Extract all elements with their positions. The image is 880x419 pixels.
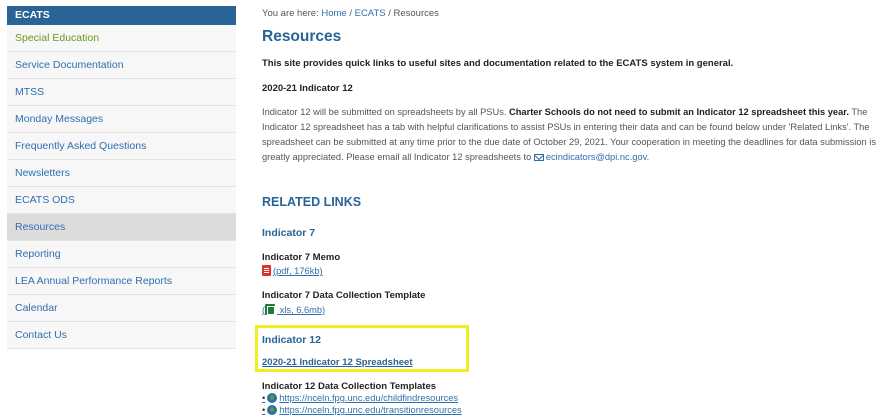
excel-icon	[265, 304, 276, 315]
sidebar-item-ecats-ods[interactable]: ECATS ODS	[7, 187, 236, 214]
mail-icon	[533, 154, 544, 161]
sidebar-header: ECATS	[7, 6, 236, 25]
bullet: •	[262, 405, 266, 415]
link-url: https://nceln.fpg.unc.edu/childfindresou…	[279, 393, 459, 403]
breadcrumb-current: Resources	[393, 8, 439, 19]
breadcrumb: You are here: Home / ECATS / Resources	[262, 8, 439, 19]
bullet: •	[262, 393, 266, 403]
paragraph-text: Indicator 12 will be submitted on spread…	[262, 107, 510, 117]
indicator-7-template-link[interactable]: ( xls, 6.6mb)	[262, 304, 325, 315]
globe-icon	[267, 405, 278, 415]
related-links-heading: RELATED LINKS	[262, 195, 362, 209]
sidebar-item-special-education[interactable]: Special Education	[7, 25, 236, 52]
paragraph-line: Indicator 12 spreadsheet has a tab with …	[262, 122, 870, 132]
breadcrumb-ecats-link[interactable]: ECATS	[355, 8, 386, 19]
sidebar-item-reporting[interactable]: Reporting	[7, 241, 236, 268]
globe-icon	[267, 393, 278, 403]
template-link-text: xls, 6.6mb)	[277, 305, 326, 315]
sidebar-item-mtss[interactable]: MTSS	[7, 79, 236, 106]
breadcrumb-separator: /	[346, 8, 355, 19]
sidebar-item-faq[interactable]: Frequently Asked Questions	[7, 133, 236, 160]
link-url: https://nceln.fpg.unc.edu/transitionreso…	[279, 405, 462, 415]
section-subheading: 2020-21 Indicator 12	[262, 83, 353, 94]
sidebar-item-contact-us[interactable]: Contact Us	[7, 322, 236, 349]
paragraph-text: The	[848, 107, 868, 117]
childfind-resources-link[interactable]: • https://nceln.fpg.unc.edu/childfindreso…	[262, 393, 458, 403]
indicator-7-heading: Indicator 7	[262, 227, 316, 239]
paragraph-text: .	[646, 152, 650, 162]
indicator-7-memo-link[interactable]: (pdf, 176kb)	[262, 265, 323, 276]
memo-link-text: (pdf, 176kb)	[273, 266, 323, 276]
indicator-12-paragraph: Indicator 12 will be submitted on spread…	[262, 105, 880, 165]
sidebar-item-resources[interactable]: Resources	[7, 214, 236, 241]
pdf-icon	[262, 265, 271, 276]
indicator-7-memo-title: Indicator 7 Memo	[262, 252, 341, 263]
page-title: Resources	[262, 28, 342, 45]
paragraph-line: greatly appreciated. Please email all In…	[262, 150, 880, 165]
breadcrumb-separator: /	[385, 8, 394, 19]
paragraph-line: Indicator 12 will be submitted on spread…	[262, 105, 880, 120]
intro-text: This site provides quick links to useful…	[262, 58, 734, 69]
breadcrumb-prefix: You are here:	[262, 8, 322, 19]
indicator-12-templates-title: Indicator 12 Data Collection Templates	[262, 381, 437, 392]
paragraph-text: greatly appreciated. Please email all In…	[262, 152, 534, 162]
paragraph-line: spreadsheet can be submitted at any time…	[262, 137, 876, 147]
breadcrumb-home-link[interactable]: Home	[321, 8, 346, 19]
transition-resources-link[interactable]: • https://nceln.fpg.unc.edu/transitionres…	[262, 405, 462, 415]
highlight-box	[255, 325, 469, 372]
sidebar-item-calendar[interactable]: Calendar	[7, 295, 236, 322]
sidebar-item-service-documentation[interactable]: Service Documentation	[7, 52, 236, 79]
sidebar-nav: ECATS Special Education Service Document…	[7, 6, 236, 349]
sidebar-item-newsletters[interactable]: Newsletters	[7, 160, 236, 187]
paragraph-bold-text: Charter Schools do not need to submit an…	[509, 107, 849, 117]
email-address: ecindicators@dpi.nc.gov	[545, 152, 647, 162]
sidebar-item-lea-reports[interactable]: LEA Annual Performance Reports	[7, 268, 236, 295]
indicator-7-template-title: Indicator 7 Data Collection Template	[262, 290, 426, 301]
sidebar-item-monday-messages[interactable]: Monday Messages	[7, 106, 236, 133]
email-link[interactable]: ecindicators@dpi.nc.gov	[533, 152, 647, 162]
